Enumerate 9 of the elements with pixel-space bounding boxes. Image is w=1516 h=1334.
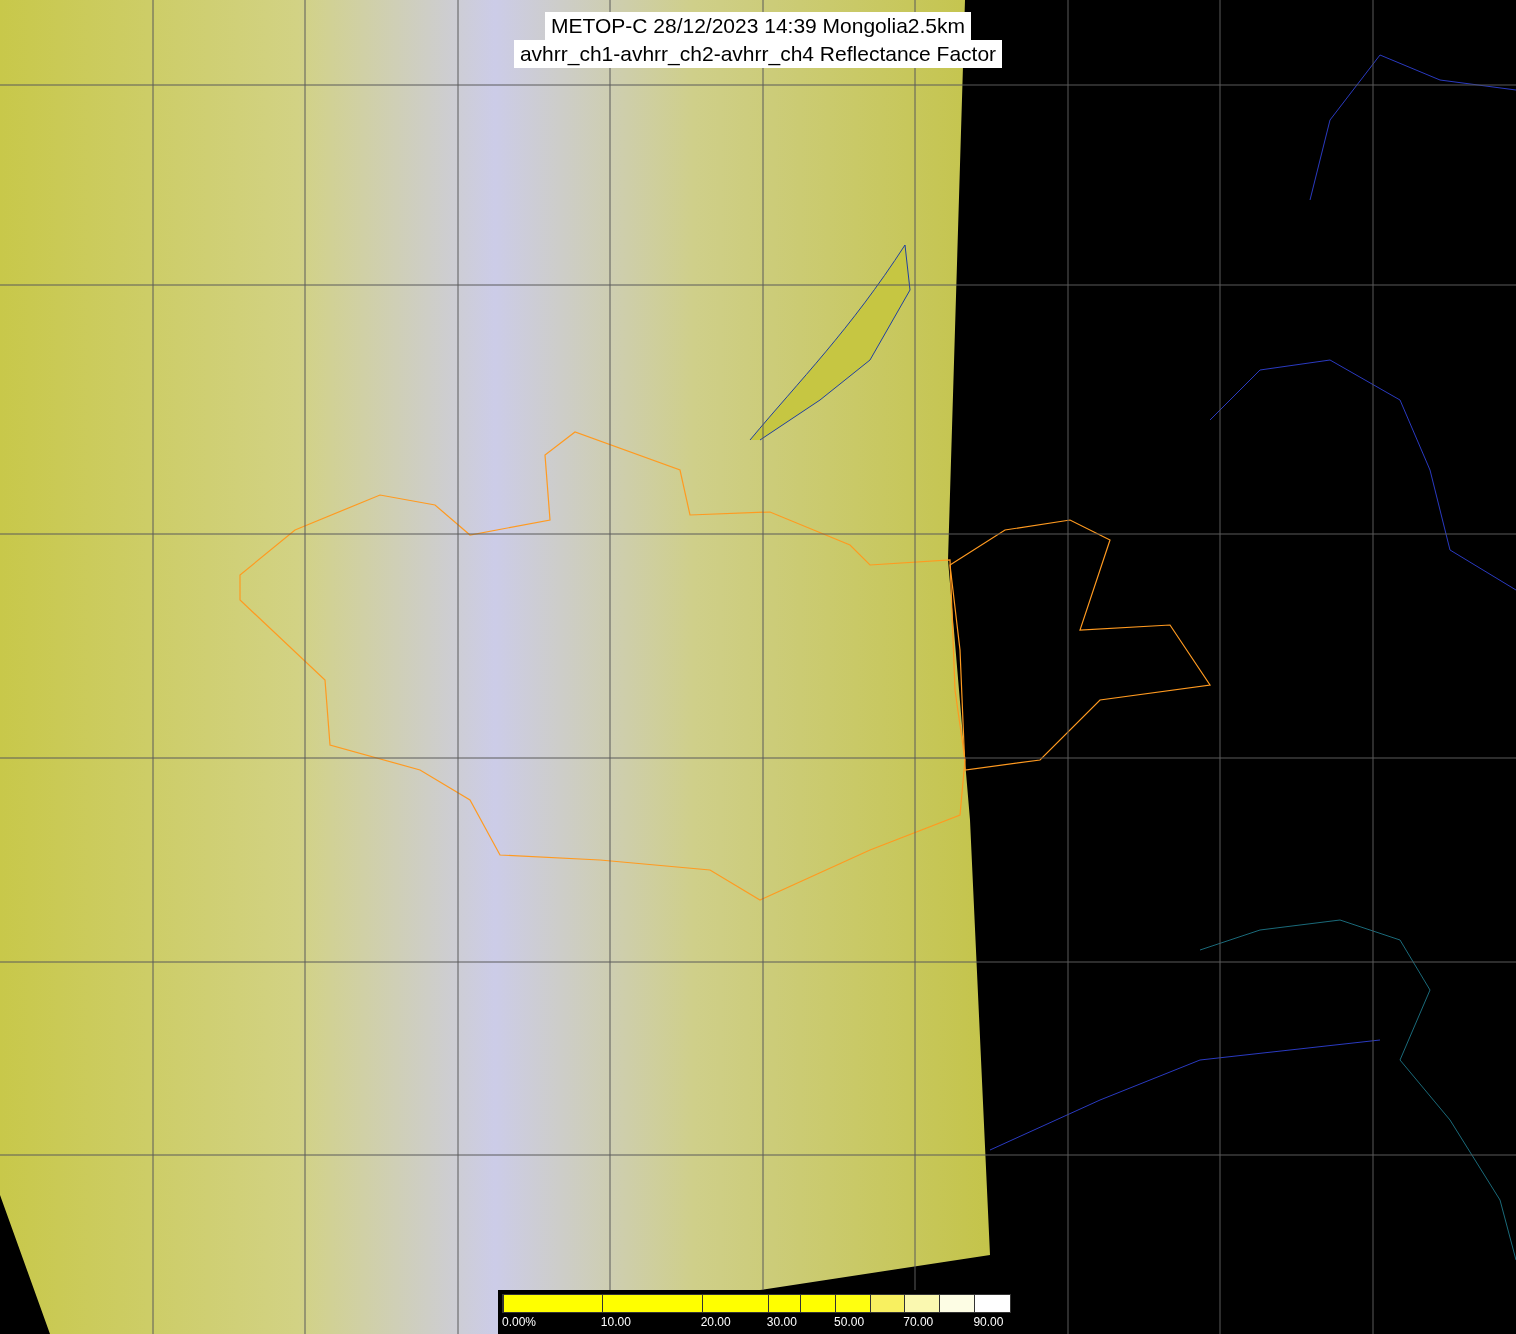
map-title: METOP-C 28/12/2023 14:39 Mongolia2.5km: [545, 12, 971, 40]
scale-label: 90.00: [973, 1315, 1004, 1329]
scale-label: 10.00: [600, 1315, 631, 1329]
scale-label: 50.00: [834, 1315, 865, 1329]
scale-label: 0.00%: [502, 1315, 537, 1329]
scale-label: 20.00: [700, 1315, 731, 1329]
scale-label: 30.00: [766, 1315, 797, 1329]
scale-label: 70.00: [903, 1315, 934, 1329]
map-title: avhrr_ch1-avhrr_ch2-avhrr_ch4 Reflectance Factor: [513, 40, 1003, 68]
